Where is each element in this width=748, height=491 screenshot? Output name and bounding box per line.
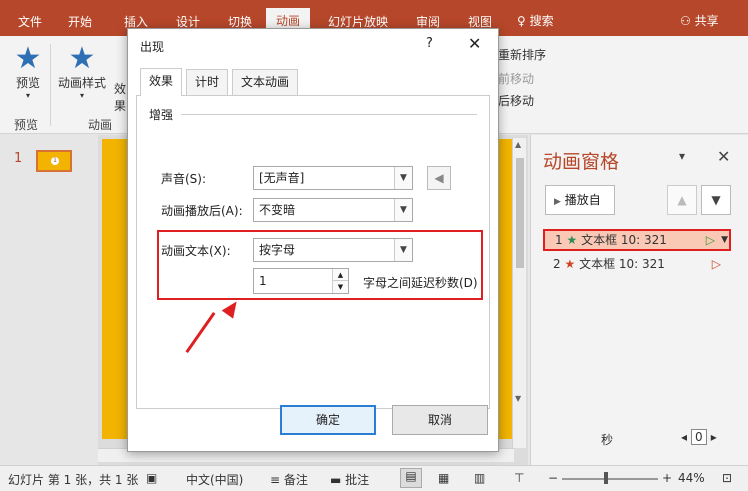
comment-icon: ▬ xyxy=(330,473,342,487)
arrow-up-icon: ▲ xyxy=(677,193,687,207)
scroll-down-icon[interactable]: ▼ xyxy=(515,394,521,403)
timeline-zoom-value: 0 xyxy=(690,429,707,445)
animation-marker: 1 xyxy=(51,157,59,165)
arrow-down-icon: ▼ xyxy=(711,193,721,207)
help-icon[interactable]: ? xyxy=(426,36,433,51)
group-label-preview: 预览 xyxy=(14,118,39,132)
slide-sorter-icon[interactable]: ▦ xyxy=(438,471,449,485)
move-later-button[interactable]: 后移动 xyxy=(498,92,534,109)
slide-info: 幻灯片 第 1 张，共 1 张 xyxy=(8,473,139,487)
dialog-title: 出现 xyxy=(140,40,165,54)
vertical-scrollbar[interactable]: ▲ ▼ xyxy=(512,138,526,448)
slide-thumbnail-pane: 1 1 xyxy=(0,135,100,465)
slideshow-icon[interactable]: ⊤ xyxy=(514,471,524,485)
after-animation-dropdown[interactable]: 不变暗 ▼ xyxy=(253,198,413,222)
divider xyxy=(50,44,51,126)
animation-styles-button[interactable]: ★ 动画样式 ▾ xyxy=(56,41,108,101)
animate-text-label: 动画文本(X): xyxy=(161,244,231,258)
chevron-down-icon[interactable]: ▼ xyxy=(394,199,412,221)
section-heading: 增强 xyxy=(149,108,174,122)
fit-to-window-icon[interactable]: ⊡ xyxy=(722,471,732,485)
scroll-up-icon[interactable]: ▲ xyxy=(515,140,521,149)
exit-star-icon: ★ xyxy=(564,257,576,271)
slide-number: 1 xyxy=(14,151,23,166)
animation-item[interactable]: 2 ★ 文本框 10: 321 ▷ xyxy=(543,253,731,275)
move-earlier-button[interactable]: 前移动 xyxy=(498,70,534,87)
speaker-icon[interactable]: ◀ xyxy=(427,166,451,190)
notes-button[interactable]: ≡ 备注 xyxy=(270,471,308,488)
normal-view-icon[interactable]: ▤ xyxy=(400,468,422,488)
dialog-body: 效果 计时 文本动画 增强 声音(S): [无声音] ▼ ◀ 动画播放后(A):… xyxy=(136,68,490,409)
star-icon: ★ xyxy=(68,41,96,76)
tab-home[interactable]: 开始 xyxy=(58,12,102,34)
effect-panel: 增强 声音(S): [无声音] ▼ ◀ 动画播放后(A): 不变暗 ▼ 动画文本… xyxy=(136,95,490,409)
move-up-button[interactable]: ▲ xyxy=(667,185,697,215)
chevron-left-icon[interactable]: ◂ xyxy=(681,430,687,444)
animation-item[interactable]: 1 ★ 文本框 10: 321 ▷ ▼ xyxy=(543,229,731,251)
lightbulb-icon: ♀ xyxy=(517,14,526,28)
chevron-down-icon[interactable]: ▼ xyxy=(721,231,728,249)
cancel-button[interactable]: 取消 xyxy=(392,405,488,435)
preview-button[interactable]: ★ 预览 ▾ xyxy=(8,41,48,101)
play-from-button[interactable]: ▶ 播放自 xyxy=(545,185,615,215)
tab-timing[interactable]: 计时 xyxy=(186,69,229,95)
animation-pane: 动画窗格 ▾ ✕ ▶ 播放自 ▲ ▼ 1 ★ 文本框 10: 321 ▷ ▼ 2… xyxy=(530,135,748,465)
language[interactable]: 中文(中国) xyxy=(186,471,243,488)
timeline-zoom[interactable]: ◂ 0 ▸ xyxy=(681,429,717,445)
tab-effect[interactable]: 效果 xyxy=(140,68,183,96)
sound-label: 声音(S): xyxy=(161,172,207,186)
sound-dropdown[interactable]: [无声音] ▼ xyxy=(253,166,413,190)
annotation-arrow-head xyxy=(221,297,243,319)
tell-me-search[interactable]: ♀ 搜索 xyxy=(517,12,554,29)
tab-file[interactable]: 文件 xyxy=(8,12,52,34)
timing-triangle-icon: ▷ xyxy=(711,257,721,271)
zoom-out-icon[interactable]: − xyxy=(548,471,558,485)
timing-triangle-icon: ▷ xyxy=(705,233,715,247)
animate-text-dropdown[interactable]: 按字母 ▼ xyxy=(253,238,413,262)
zoom-slider[interactable] xyxy=(562,478,658,480)
tab-text-animation[interactable]: 文本动画 xyxy=(232,69,299,95)
zoom-in-icon[interactable]: + xyxy=(662,471,672,485)
annotation-arrow xyxy=(185,312,216,354)
scroll-thumb[interactable] xyxy=(516,158,524,268)
after-animation-label: 动画播放后(A): xyxy=(161,204,243,218)
person-icon: ⚇ xyxy=(680,14,691,28)
status-bar: 幻灯片 第 1 张，共 1 张 ▣ 中文(中国) ≡ 备注 ▬ 批注 ▤ ▦ ▥… xyxy=(0,465,748,491)
chevron-down-icon: ▾ xyxy=(79,91,84,100)
share-button[interactable]: ⚇ 共享 xyxy=(680,12,719,29)
chevron-down-icon[interactable]: ▼ xyxy=(394,239,412,261)
ok-button[interactable]: 确定 xyxy=(280,405,376,435)
delay-label: 字母之间延迟秒数(D) xyxy=(363,276,478,290)
reading-view-icon[interactable]: ▥ xyxy=(474,471,485,485)
chevron-down-icon: ▾ xyxy=(25,91,30,100)
seconds-label: 秒 xyxy=(601,433,614,447)
comments-button[interactable]: ▬ 批注 xyxy=(330,471,369,488)
reorder-label: 重新排序 xyxy=(498,48,547,62)
pane-options-icon[interactable]: ▾ xyxy=(679,149,685,163)
spin-down-icon[interactable]: ▼ xyxy=(332,281,348,293)
move-down-button[interactable]: ▼ xyxy=(701,185,731,215)
pane-title: 动画窗格 xyxy=(543,151,620,173)
chevron-right-icon[interactable]: ▸ xyxy=(711,430,717,444)
close-icon[interactable]: ✕ xyxy=(717,147,730,166)
entrance-star-icon: ★ xyxy=(566,233,578,247)
spin-up-icon[interactable]: ▲ xyxy=(332,269,348,281)
delay-spinner[interactable]: 1 ▲ ▼ xyxy=(253,268,349,294)
zoom-level[interactable]: 44% xyxy=(678,471,705,485)
spell-check-icon[interactable]: ▣ xyxy=(146,471,157,485)
play-icon: ▶ xyxy=(554,197,561,207)
zoom-slider-thumb[interactable] xyxy=(604,472,608,484)
chevron-down-icon[interactable]: ▼ xyxy=(394,167,412,189)
close-icon[interactable]: ✕ xyxy=(468,34,481,53)
slide-thumbnail[interactable]: 1 xyxy=(36,150,72,172)
appear-effect-dialog: 出现 ? ✕ 效果 计时 文本动画 增强 声音(S): [无声音] ▼ ◀ 动画… xyxy=(127,28,499,452)
group-label-animation: 动画 xyxy=(88,118,113,132)
preview-star-icon: ★ xyxy=(14,41,42,76)
divider xyxy=(181,114,477,115)
notes-icon: ≡ xyxy=(270,473,281,487)
